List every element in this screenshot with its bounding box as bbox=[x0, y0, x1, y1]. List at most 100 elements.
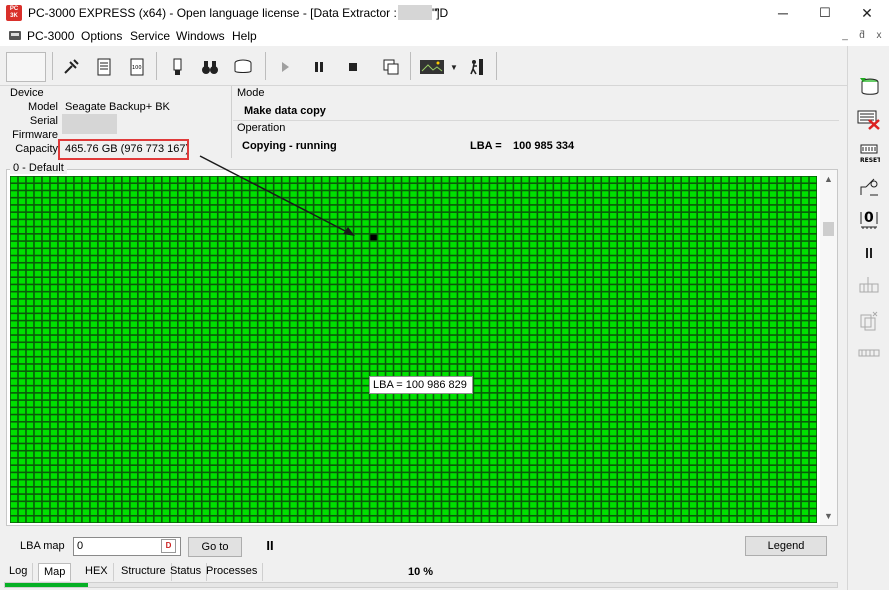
map-block[interactable] bbox=[114, 371, 122, 378]
map-block[interactable] bbox=[721, 357, 729, 364]
map-block[interactable] bbox=[737, 299, 745, 306]
map-block[interactable] bbox=[74, 458, 82, 465]
map-block[interactable] bbox=[402, 458, 409, 465]
map-block[interactable] bbox=[186, 509, 193, 515]
map-block[interactable] bbox=[689, 176, 697, 183]
map-block[interactable] bbox=[138, 371, 146, 378]
map-block[interactable] bbox=[202, 176, 209, 183]
map-block[interactable] bbox=[274, 458, 281, 465]
map-block[interactable] bbox=[378, 184, 385, 190]
map-block[interactable] bbox=[306, 328, 313, 335]
map-block[interactable] bbox=[282, 465, 289, 472]
map-block[interactable] bbox=[634, 176, 641, 183]
map-block[interactable] bbox=[346, 292, 353, 299]
map-block[interactable] bbox=[530, 198, 537, 205]
map-block[interactable] bbox=[737, 364, 745, 371]
map-block[interactable] bbox=[705, 480, 713, 487]
map-block[interactable] bbox=[58, 357, 66, 364]
map-block[interactable] bbox=[610, 437, 617, 443]
map-block[interactable] bbox=[274, 437, 281, 443]
map-block[interactable] bbox=[634, 437, 641, 443]
map-block[interactable] bbox=[522, 437, 529, 443]
map-block[interactable] bbox=[370, 299, 377, 306]
map-block[interactable] bbox=[546, 212, 553, 219]
map-block[interactable] bbox=[378, 487, 385, 494]
map-block[interactable] bbox=[474, 191, 481, 197]
map-block[interactable] bbox=[753, 357, 761, 364]
map-block[interactable] bbox=[322, 458, 329, 465]
map-block[interactable] bbox=[538, 191, 545, 197]
map-block[interactable] bbox=[266, 350, 273, 356]
map-block[interactable] bbox=[282, 437, 289, 443]
map-block[interactable] bbox=[402, 256, 409, 262]
map-block[interactable] bbox=[346, 205, 353, 212]
map-block[interactable] bbox=[282, 429, 289, 436]
map-block[interactable] bbox=[586, 494, 593, 501]
map-block[interactable] bbox=[298, 350, 305, 356]
map-block[interactable] bbox=[689, 386, 697, 393]
map-block[interactable] bbox=[665, 321, 673, 328]
map-block[interactable] bbox=[226, 278, 233, 284]
map-block[interactable] bbox=[506, 379, 513, 385]
map-block[interactable] bbox=[410, 241, 417, 248]
map-block[interactable] bbox=[634, 350, 641, 356]
map-block[interactable] bbox=[466, 278, 473, 284]
map-block[interactable] bbox=[386, 256, 393, 262]
map-block[interactable] bbox=[290, 234, 297, 241]
map-block[interactable] bbox=[602, 516, 609, 523]
map-block[interactable] bbox=[506, 473, 513, 479]
map-block[interactable] bbox=[697, 371, 705, 378]
map-block[interactable] bbox=[154, 198, 162, 205]
map-block[interactable] bbox=[258, 227, 265, 234]
map-block[interactable] bbox=[665, 357, 673, 364]
map-block[interactable] bbox=[554, 371, 561, 378]
map-block[interactable] bbox=[138, 292, 146, 299]
map-block[interactable] bbox=[266, 299, 273, 306]
map-block[interactable] bbox=[114, 220, 122, 226]
map-block[interactable] bbox=[146, 227, 154, 234]
map-block[interactable] bbox=[218, 465, 225, 472]
map-block[interactable] bbox=[769, 422, 777, 429]
map-block[interactable] bbox=[82, 516, 90, 523]
map-block[interactable] bbox=[721, 198, 729, 205]
map-block[interactable] bbox=[642, 191, 649, 197]
map-block[interactable] bbox=[785, 343, 793, 349]
map-block[interactable] bbox=[586, 205, 593, 212]
map-block[interactable] bbox=[554, 212, 561, 219]
map-block[interactable] bbox=[170, 393, 177, 400]
map-block[interactable] bbox=[538, 328, 545, 335]
map-block[interactable] bbox=[418, 256, 425, 262]
map-block[interactable] bbox=[402, 176, 409, 183]
map-block[interactable] bbox=[210, 502, 217, 508]
map-block[interactable] bbox=[162, 400, 170, 407]
map-block[interactable] bbox=[122, 299, 130, 306]
map-block[interactable] bbox=[538, 400, 545, 407]
map-block[interactable] bbox=[410, 285, 417, 291]
map-block[interactable] bbox=[522, 480, 529, 487]
map-block[interactable] bbox=[562, 408, 569, 414]
map-block[interactable] bbox=[234, 220, 241, 226]
map-block[interactable] bbox=[242, 509, 249, 515]
map-block[interactable] bbox=[426, 444, 433, 450]
map-block[interactable] bbox=[338, 444, 345, 450]
map-block[interactable] bbox=[729, 473, 737, 479]
map-block[interactable] bbox=[586, 249, 593, 255]
map-block[interactable] bbox=[809, 350, 817, 356]
map-block[interactable] bbox=[538, 234, 545, 241]
map-block[interactable] bbox=[657, 249, 665, 255]
map-block[interactable] bbox=[498, 357, 505, 364]
map-block[interactable] bbox=[26, 278, 34, 284]
map-block[interactable] bbox=[50, 335, 58, 342]
map-block[interactable] bbox=[801, 386, 809, 393]
map-block[interactable] bbox=[218, 212, 225, 219]
map-block[interactable] bbox=[482, 263, 489, 270]
map-block[interactable] bbox=[354, 278, 361, 284]
map-block[interactable] bbox=[330, 458, 337, 465]
map-block[interactable] bbox=[466, 364, 473, 371]
map-block[interactable] bbox=[514, 212, 521, 219]
map-block[interactable] bbox=[362, 285, 369, 291]
map-block[interactable] bbox=[442, 328, 449, 335]
map-block[interactable] bbox=[114, 408, 122, 414]
map-block[interactable] bbox=[234, 328, 241, 335]
map-block[interactable] bbox=[226, 241, 233, 248]
